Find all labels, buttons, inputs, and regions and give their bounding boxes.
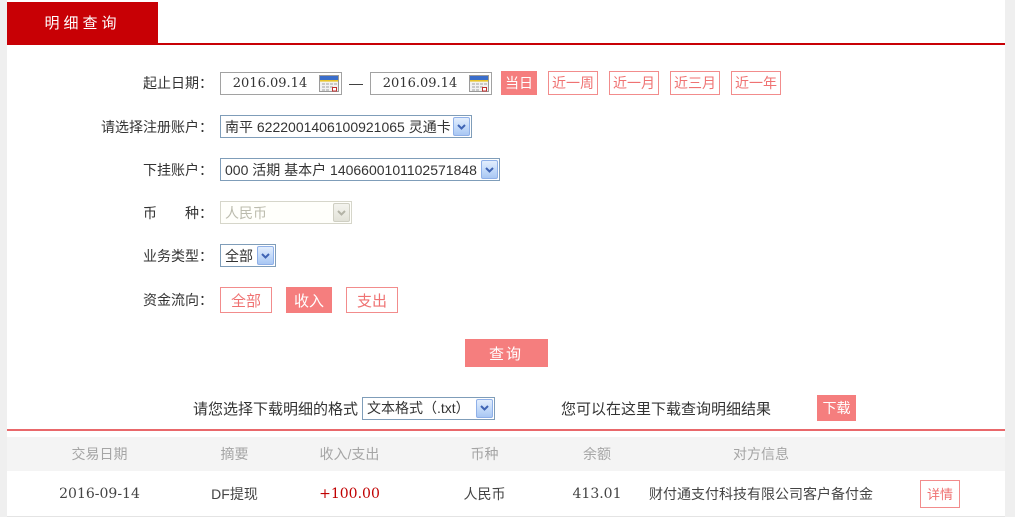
register-account-value: 南平 6222001406100921065 灵通卡 [225,118,451,135]
query-button[interactable]: 查询 [464,339,548,367]
end-date-value: 2016.09.14 [382,75,458,91]
sub-account-label: 下挂账户： [143,161,213,178]
download-hint: 您可以在这里下载查询明细结果 [561,400,772,418]
page: 明细查询 起止日期： 2016.09.14 — 2016.09.14 当日 近一… [0,0,1015,517]
download-row: 请您选择下载明细的格式 文本格式（.txt） 您可以在这里下载查询明细结果 下载 [7,395,1005,421]
table-row: 2016-09-14 DF提现 +100.00 人民币 413.01 财付通支付… [7,471,1005,517]
business-type-label: 业务类型： [143,247,213,264]
query-form: 起止日期： 2016.09.14 — 2016.09.14 当日 近一周 近一月… [7,45,1005,367]
register-account-row: 请选择注册账户： 南平 6222001406100921065 灵通卡 [7,115,1005,138]
date-range-row: 起止日期： 2016.09.14 — 2016.09.14 当日 近一周 近一月… [7,71,1005,95]
business-type-select[interactable]: 全部 [220,244,276,267]
header-counterparty: 对方信息 [733,446,789,462]
fund-flow-label: 资金流向： [143,292,213,308]
download-format-label: 请您选择下载明细的格式 [193,400,359,418]
chevron-down-icon [481,160,498,179]
cell-summary: DF提现 [211,485,258,502]
header-income-expense: 收入/支出 [319,446,380,462]
fund-flow-row: 资金流向： 全部 收入 支出 [7,287,1005,313]
business-type-row: 业务类型： 全部 [7,244,1005,267]
sub-account-select[interactable]: 000 活期 基本户 1406600101102571848 [220,158,500,181]
download-button[interactable]: 下载 [817,395,857,421]
table-header: 交易日期 摘要 收入/支出 币种 余额 对方信息 [7,437,1005,471]
header-trade-date: 交易日期 [71,446,128,462]
cell-balance: 413.01 [572,485,622,502]
cell-counterparty: 财付通支付科技有限公司客户备付金 [649,485,873,502]
fund-flow-all-button[interactable]: 全部 [220,287,273,313]
cell-currency: 人民币 [463,485,506,502]
calendar-icon[interactable] [319,74,339,92]
tab-bar: 明细查询 [7,0,1005,45]
quick-range-today-button[interactable]: 当日 [501,71,537,95]
currency-row: 币 种： 人民币 [7,201,1005,224]
quick-range-month-button[interactable]: 近一月 [609,71,659,95]
chevron-down-icon [476,398,494,418]
date-range-label: 起止日期： [143,75,213,91]
header-balance: 余额 [583,446,611,462]
currency-value: 人民币 [225,204,267,221]
date-separator: — [349,75,363,91]
calendar-icon[interactable] [469,74,489,92]
content-panel: 明细查询 起止日期： 2016.09.14 — 2016.09.14 当日 近一… [7,0,1005,517]
fund-flow-expense-button[interactable]: 支出 [346,287,399,313]
chevron-down-icon [257,246,274,265]
sub-account-value: 000 活期 基本户 1406600101102571848 [225,161,477,178]
register-account-label: 请选择注册账户： [101,118,213,135]
download-format-value: 文本格式（.txt） [367,400,470,416]
quick-range-quarter-button[interactable]: 近三月 [670,71,720,95]
header-currency: 币种 [470,446,499,462]
chevron-down-icon [333,203,350,222]
currency-label: 币 种： [143,204,213,221]
currency-select: 人民币 [220,201,352,224]
quick-range-week-button[interactable]: 近一周 [548,71,598,95]
register-account-select[interactable]: 南平 6222001406100921065 灵通卡 [220,115,472,138]
quick-range-year-button[interactable]: 近一年 [731,71,781,95]
chevron-down-icon [453,117,470,136]
start-date-value: 2016.09.14 [232,75,308,91]
tab-detail-query[interactable]: 明细查询 [7,2,158,43]
detail-button[interactable]: 详情 [920,479,960,508]
start-date-input[interactable]: 2016.09.14 [220,71,342,95]
end-date-input[interactable]: 2016.09.14 [370,71,492,95]
header-summary: 摘要 [220,446,249,462]
section-divider [7,429,1005,431]
fund-flow-income-button[interactable]: 收入 [286,287,333,313]
cell-amount: +100.00 [319,485,380,502]
business-type-value: 全部 [225,247,253,264]
cell-trade-date: 2016-09-14 [59,485,140,502]
query-button-row: 查询 [7,339,1005,367]
download-format-select[interactable]: 文本格式（.txt） [362,396,496,420]
cell-action: 详情 [875,479,1005,508]
sub-account-row: 下挂账户： 000 活期 基本户 1406600101102571848 [7,158,1005,181]
